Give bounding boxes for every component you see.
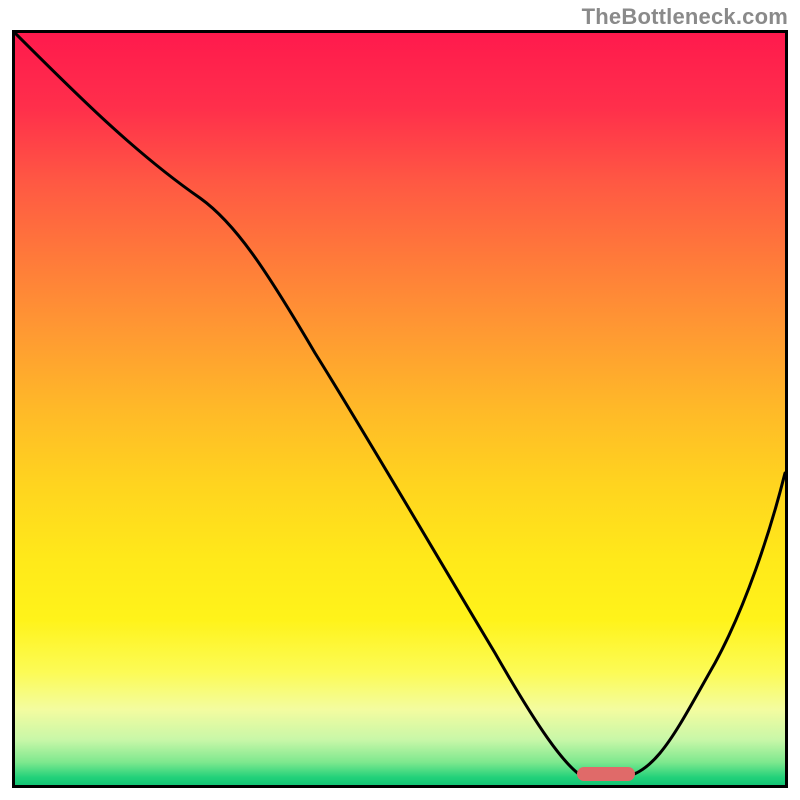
optimal-range-marker [577, 767, 635, 781]
chart-background-gradient [15, 33, 785, 785]
chart-frame [12, 30, 788, 788]
watermark-text: TheBottleneck.com [582, 4, 788, 30]
